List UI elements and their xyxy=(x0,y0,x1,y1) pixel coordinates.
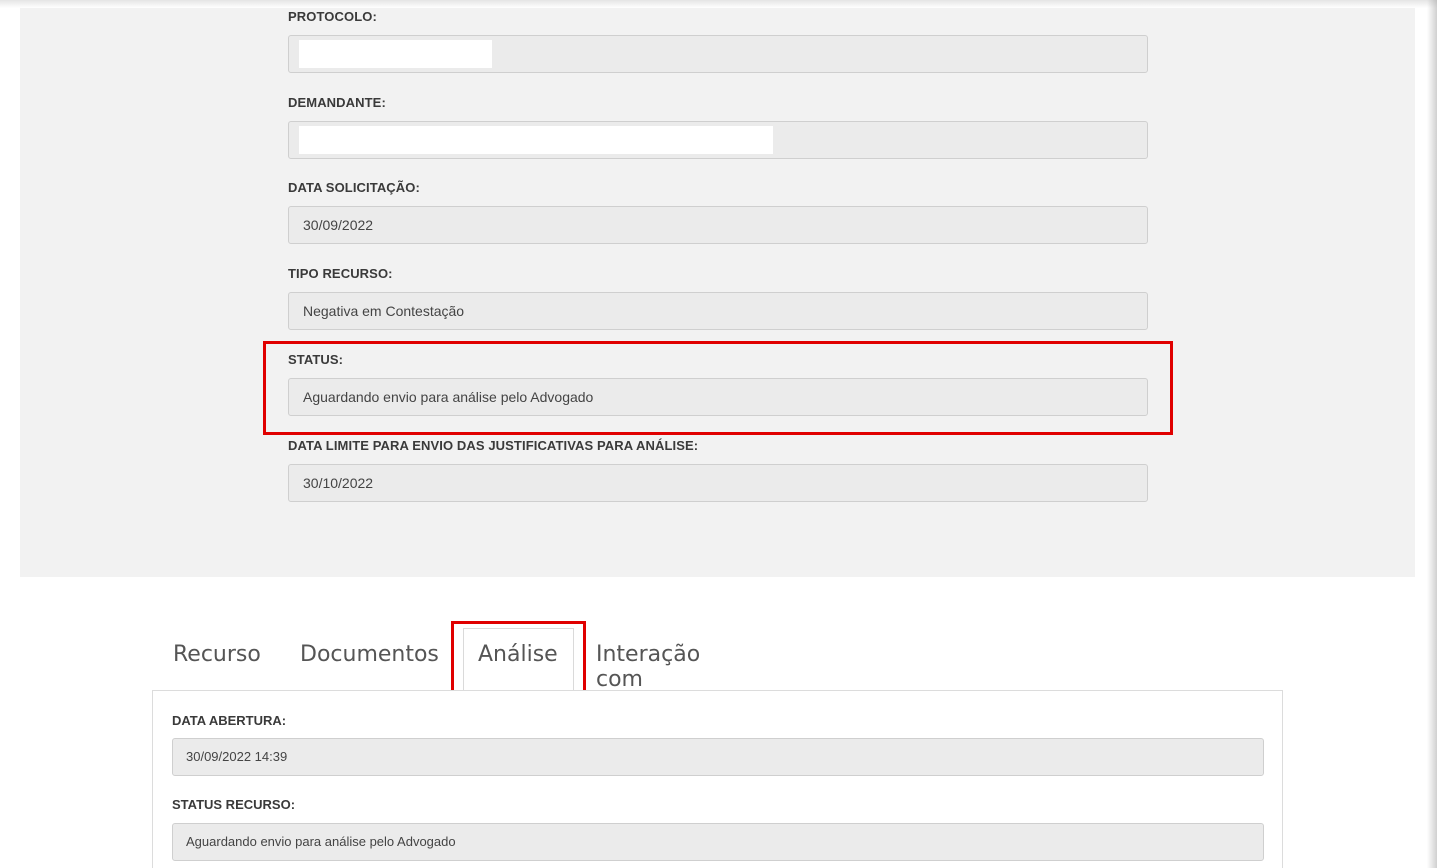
redacted-block xyxy=(299,126,773,154)
page: PROTOCOLO: DEMANDANTE: DATA SOLICITAÇÃO:… xyxy=(0,0,1437,868)
top-shadow xyxy=(0,0,1437,8)
protocolo-field[interactable] xyxy=(288,35,1148,73)
status-recurso-label: STATUS RECURSO: xyxy=(172,797,296,812)
status-highlight-box xyxy=(263,341,1173,435)
data-solicitacao-field[interactable]: 30/09/2022 xyxy=(288,206,1148,244)
status-recurso-field[interactable]: Aguardando envio para análise pelo Advog… xyxy=(172,823,1264,861)
data-limite-field[interactable]: 30/10/2022 xyxy=(288,464,1148,502)
protocolo-label: PROTOCOLO: xyxy=(288,9,377,24)
data-abertura-label: DATA ABERTURA: xyxy=(172,713,287,728)
tipo-recurso-label: TIPO RECURSO: xyxy=(288,266,393,281)
data-solicitacao-label: DATA SOLICITAÇÃO: xyxy=(288,180,420,195)
data-limite-label: DATA LIMITE PARA ENVIO DAS JUSTIFICATIVA… xyxy=(288,438,699,453)
data-abertura-field[interactable]: 30/09/2022 14:39 xyxy=(172,738,1264,776)
tab-documentos[interactable]: Documentos xyxy=(300,642,439,667)
tab-highlight-box xyxy=(451,621,586,700)
redacted-block xyxy=(299,40,492,68)
tab-recurso[interactable]: Recurso xyxy=(173,642,261,667)
tipo-recurso-field[interactable]: Negativa em Contestação xyxy=(288,292,1148,330)
demandante-field[interactable] xyxy=(288,121,1148,159)
edge-shadow xyxy=(1427,0,1437,868)
demandante-label: DEMANDANTE: xyxy=(288,95,386,110)
